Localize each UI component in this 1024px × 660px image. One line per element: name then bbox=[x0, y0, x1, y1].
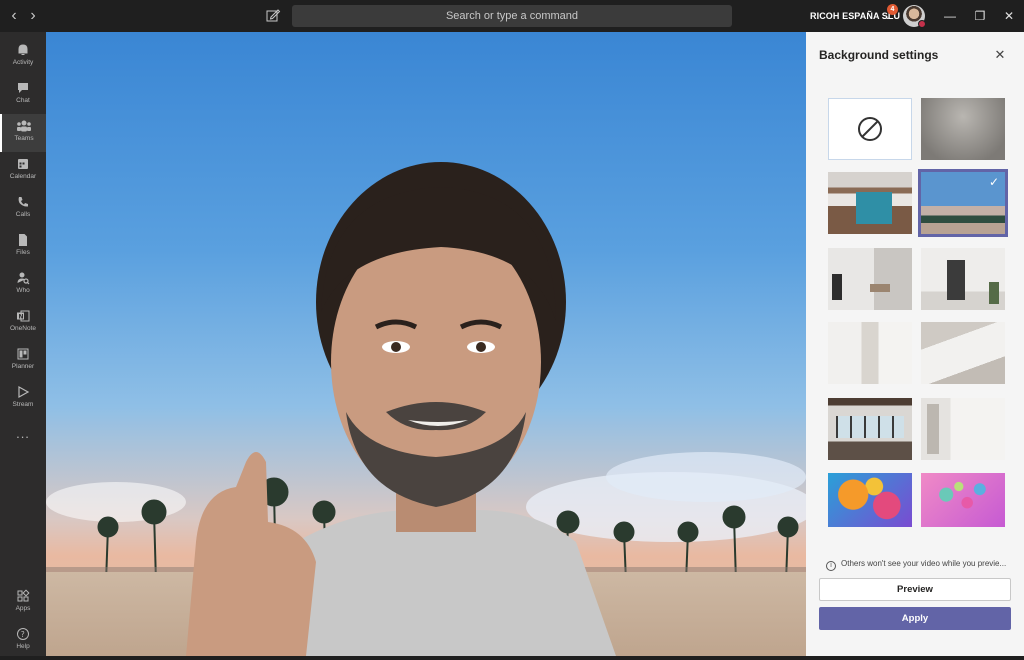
preview-info: i Others won't see your video while you p… bbox=[826, 559, 1016, 571]
rail-label: Planner bbox=[11, 363, 35, 370]
minimize-icon[interactable]: — bbox=[942, 8, 958, 24]
rail-label: Calls bbox=[15, 211, 31, 218]
background-option-blur[interactable] bbox=[921, 98, 1005, 160]
rail-label: Who bbox=[16, 287, 30, 294]
rail-label: Stream bbox=[12, 401, 34, 408]
rail-label: Chat bbox=[16, 97, 30, 104]
mirror bbox=[947, 260, 965, 300]
video-preview bbox=[46, 32, 806, 656]
svg-text:?: ? bbox=[21, 630, 25, 639]
window-frame bbox=[832, 274, 842, 300]
svg-text:N: N bbox=[19, 313, 24, 320]
door bbox=[927, 404, 939, 454]
preview-info-text: Others won't see your video while you pr… bbox=[841, 559, 1007, 568]
background-option-room-5[interactable] bbox=[921, 398, 1005, 460]
rail-item-chat[interactable]: Chat bbox=[0, 76, 46, 114]
app-rail: Activity Chat Teams Calendar Calls Files… bbox=[0, 32, 46, 656]
apply-button[interactable]: Apply bbox=[819, 607, 1011, 630]
close-icon[interactable]: ✕ bbox=[993, 48, 1007, 62]
info-icon: i bbox=[826, 561, 836, 571]
rail-item-planner[interactable]: Planner bbox=[0, 342, 46, 380]
plant bbox=[989, 282, 999, 304]
search-input[interactable]: Search or type a command bbox=[292, 5, 732, 27]
background-option-beach[interactable]: ✓ bbox=[918, 169, 1008, 237]
rail-label: Apps bbox=[15, 605, 31, 612]
rail-label: Files bbox=[16, 249, 30, 256]
close-window-icon[interactable]: ✕ bbox=[1001, 8, 1017, 24]
rail-item-help[interactable]: ? Help bbox=[0, 622, 46, 660]
who-icon bbox=[17, 272, 30, 285]
rail-item-files[interactable]: Files bbox=[0, 228, 46, 266]
title-bar: ‹ › Search or type a command RICOH ESPAÑ… bbox=[0, 0, 1024, 32]
teams-icon bbox=[17, 120, 31, 132]
onenote-icon: N bbox=[17, 310, 30, 322]
rail-item-onenote[interactable]: N OneNote bbox=[0, 304, 46, 342]
notification-badge: 4 bbox=[887, 4, 898, 15]
no-background-icon bbox=[858, 117, 882, 141]
background-option-none[interactable] bbox=[828, 98, 912, 160]
rail-item-calls[interactable]: Calls bbox=[0, 190, 46, 228]
background-option-room-1[interactable] bbox=[828, 248, 912, 310]
loft-windows bbox=[836, 416, 904, 438]
back-icon[interactable]: ‹ bbox=[6, 8, 22, 24]
presence-status-icon bbox=[918, 20, 926, 28]
rail-item-stream[interactable]: Stream bbox=[0, 380, 46, 418]
phone-icon bbox=[18, 197, 28, 207]
stream-icon bbox=[18, 385, 30, 399]
planner-icon bbox=[17, 348, 29, 360]
rail-item-who[interactable]: Who bbox=[0, 266, 46, 304]
background-option-loft[interactable] bbox=[828, 398, 912, 460]
rail-label: Teams bbox=[14, 135, 34, 142]
rail-item-activity[interactable]: Activity bbox=[0, 38, 46, 76]
rail-item-apps[interactable]: Apps bbox=[0, 584, 46, 622]
rail-item-teams[interactable]: Teams bbox=[0, 114, 46, 152]
preview-button[interactable]: Preview bbox=[819, 578, 1011, 601]
background-option-balloons-1[interactable] bbox=[828, 473, 912, 527]
rail-label: Activity bbox=[12, 59, 34, 66]
help-icon: ? bbox=[17, 628, 29, 640]
panel-title: Background settings bbox=[819, 48, 939, 62]
person-silhouette bbox=[186, 162, 616, 656]
rail-label: Calendar bbox=[9, 173, 37, 180]
chat-icon bbox=[18, 83, 28, 93]
rail-item-calendar[interactable]: Calendar bbox=[0, 152, 46, 190]
apps-icon bbox=[17, 589, 30, 602]
background-option-room-4[interactable] bbox=[921, 322, 1005, 384]
check-icon: ✓ bbox=[988, 175, 999, 189]
background-option-room-3[interactable] bbox=[828, 322, 912, 384]
forward-icon[interactable]: › bbox=[25, 8, 41, 24]
rail-label: Help bbox=[16, 643, 30, 650]
rail-label: OneNote bbox=[9, 325, 37, 332]
background-settings-panel: Background settings ✕ ✓ i Others won't se… bbox=[806, 32, 1024, 656]
compose-icon[interactable] bbox=[264, 7, 282, 25]
background-option-office[interactable] bbox=[828, 172, 912, 234]
bell-icon bbox=[18, 44, 28, 55]
calendar-icon bbox=[18, 159, 28, 169]
furniture bbox=[870, 284, 890, 292]
office-screen bbox=[856, 192, 892, 224]
file-icon bbox=[19, 234, 27, 246]
maximize-icon[interactable]: ❐ bbox=[972, 8, 988, 24]
more-apps-icon[interactable]: ... bbox=[0, 426, 46, 464]
background-option-room-2[interactable] bbox=[921, 248, 1005, 310]
background-option-balloons-2[interactable] bbox=[921, 473, 1005, 527]
